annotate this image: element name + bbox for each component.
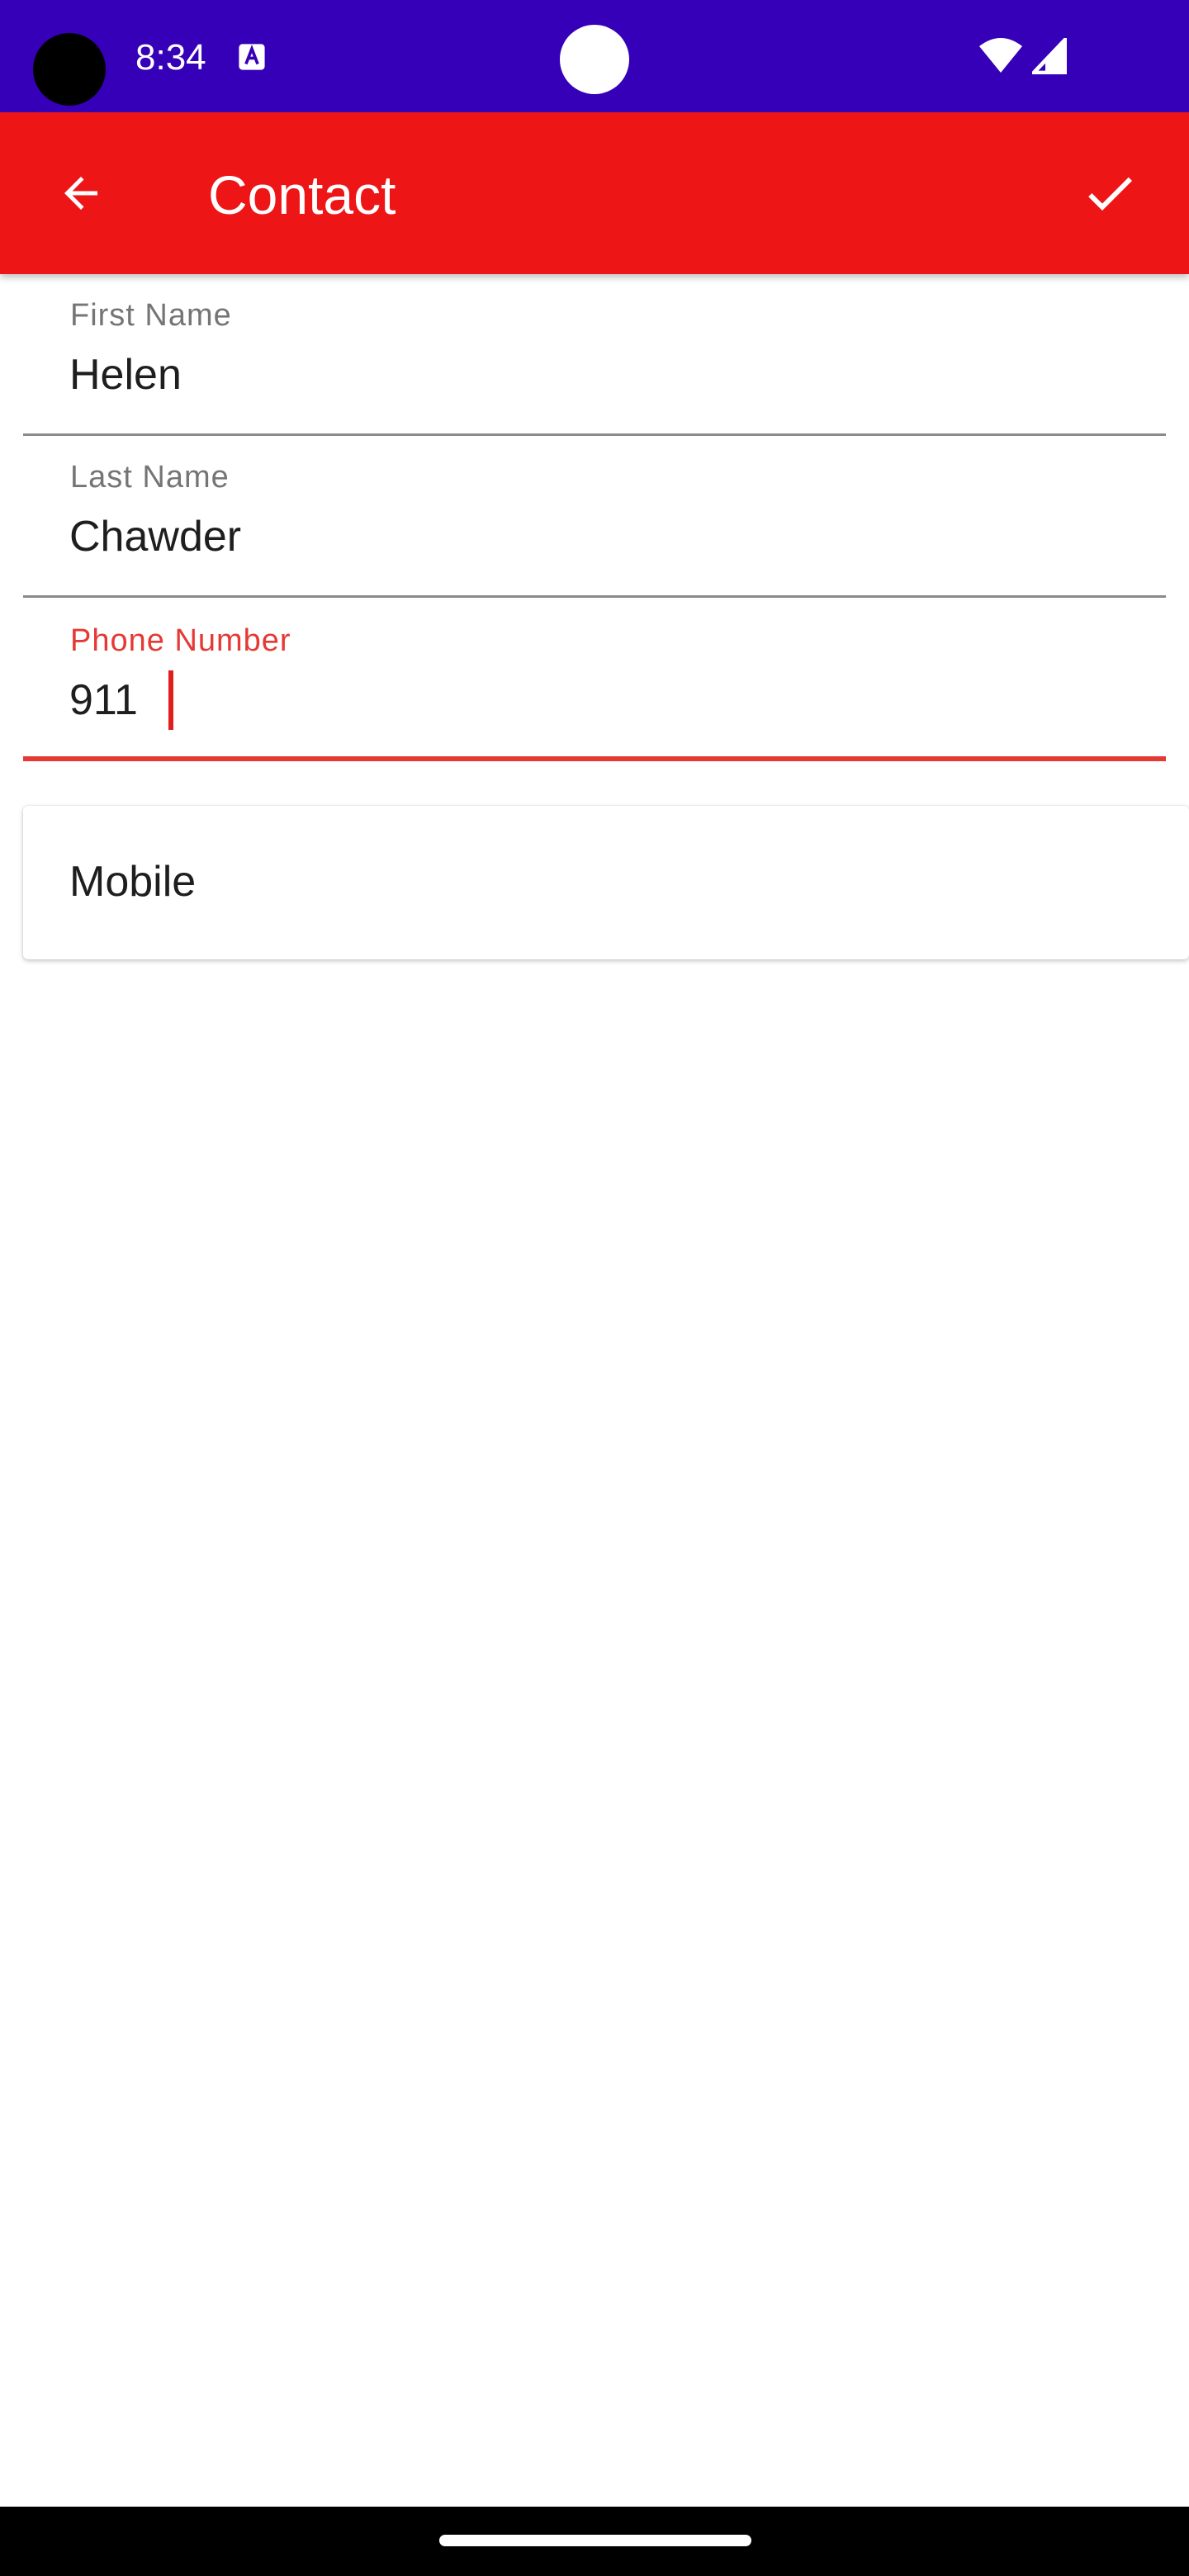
home-handle[interactable] <box>439 2535 751 2546</box>
status-dot <box>560 25 629 94</box>
phone-type-value: Mobile <box>69 858 197 906</box>
last-name-field[interactable]: Last Name Chawder <box>23 436 1166 598</box>
last-name-input[interactable]: Chawder <box>69 510 1143 563</box>
app-bar: Contact <box>0 112 1189 274</box>
text-cursor <box>168 670 173 730</box>
phone-number-label: Phone Number <box>70 623 291 658</box>
wifi-icon <box>979 38 1022 73</box>
page-title: Contact <box>208 164 396 225</box>
last-name-label: Last Name <box>70 460 230 495</box>
phone-number-field[interactable]: Phone Number 911 <box>23 599 1166 761</box>
phone-type-dropdown[interactable]: Mobile <box>23 806 1189 959</box>
check-icon <box>1088 177 1132 211</box>
phone-number-underline <box>23 756 1166 761</box>
back-button[interactable] <box>33 145 129 241</box>
first-name-label: First Name <box>70 298 232 333</box>
first-name-field[interactable]: First Name Helen <box>23 274 1166 436</box>
navigation-bar <box>0 2507 1189 2576</box>
cellular-signal-icon <box>1032 38 1067 74</box>
phone-number-input[interactable]: 911 <box>69 674 1143 727</box>
camera-cutout <box>33 33 106 106</box>
status-bar: 8:34 <box>0 0 1189 112</box>
last-name-underline <box>23 595 1166 598</box>
save-button[interactable] <box>1062 145 1158 241</box>
a-notification-icon <box>239 44 265 70</box>
arrow-back-icon <box>64 177 97 210</box>
first-name-input[interactable]: Helen <box>69 348 1143 401</box>
status-time: 8:34 <box>135 37 206 78</box>
